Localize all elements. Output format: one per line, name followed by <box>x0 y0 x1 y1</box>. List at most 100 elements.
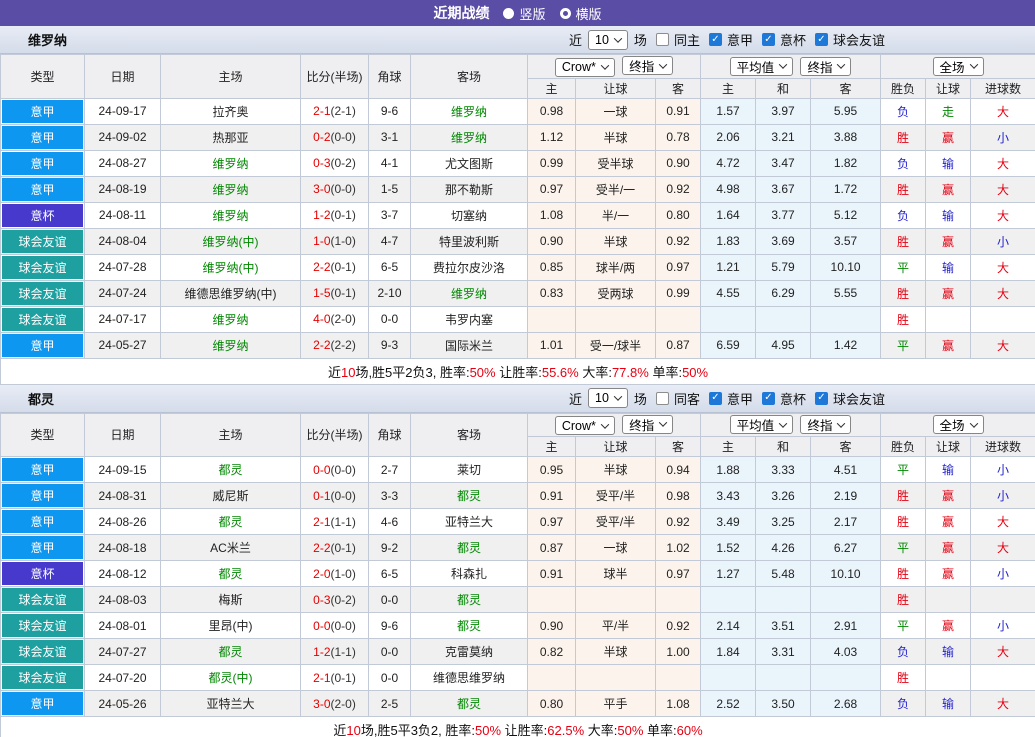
match-count-select[interactable]: 10 <box>588 29 628 50</box>
average-time-select[interactable]: 终指 <box>800 415 852 435</box>
home-team: 维罗纳 <box>160 149 301 177</box>
radio-horizontal-label: 横版 <box>575 6 602 22</box>
avg-home-odds: 4.72 <box>700 149 757 177</box>
fulltime-score: 2-1 <box>313 670 331 685</box>
league-type-badge: 球会友谊 <box>2 281 83 305</box>
avg-draw-odds: 3.33 <box>755 456 812 483</box>
odds-handicap: 半球 <box>575 638 656 665</box>
bookmaker-select-value: Crow* <box>561 60 596 74</box>
match-row: 意甲 24-08-26 都灵 2-1(1-1) 4-6 亚特兰大 0.97 受平/半 0.92 3… <box>0 508 1035 535</box>
corner-count: 3-7 <box>368 201 411 229</box>
avg-home-odds: 3.43 <box>700 482 757 509</box>
league-type-badge: 球会友谊 <box>2 229 83 253</box>
team-filter-bar: 维罗纳 近 10 场 同主 意甲 意杯 球会友谊 <box>0 26 1035 54</box>
bookmaker-select[interactable]: Crow* <box>554 57 615 77</box>
result-outcome: 平 <box>880 612 927 639</box>
avg-draw-odds: 3.67 <box>755 175 812 203</box>
odds-time-select[interactable]: 终指 <box>622 56 674 75</box>
score-cell: 1-2(0-1) <box>300 201 369 229</box>
score-cell: 0-3(0-2) <box>300 149 369 177</box>
home-team: 维德思维罗纳(中) <box>160 279 301 307</box>
avg-away-odds: 1.72 <box>810 175 882 203</box>
home-team: 维罗纳(中) <box>160 227 301 255</box>
fulltime-score: 1-5 <box>313 286 331 300</box>
home-team: 里昂(中) <box>160 612 301 639</box>
league-label-coppa: 意杯 <box>779 33 806 48</box>
filter-controls: 近 10 场 同客 意甲 意杯 球会友谊 <box>569 388 1025 408</box>
avg-home-odds: 1.83 <box>700 227 757 255</box>
halftime-score: (1-1) <box>330 644 356 659</box>
away-team: 都灵 <box>410 612 528 639</box>
home-team: 维罗纳 <box>160 201 301 229</box>
home-team: 都灵(中) <box>160 664 301 691</box>
odds-home <box>527 664 576 691</box>
summary-stat-label: 近 <box>333 723 347 737</box>
fulltime-group-header: 全场 <box>880 412 1035 437</box>
col-header-avg-draw: 和 <box>755 436 812 457</box>
league-checkbox-coppa[interactable] <box>761 33 775 46</box>
team-summary: 近10场,胜5平2负3, 胜率:50% 让胜率:55.6% 大率:77.8% 单… <box>0 357 1035 385</box>
score-cell: 0-0(0-0) <box>300 456 369 483</box>
odds-home: 0.90 <box>527 612 576 639</box>
home-team: 都灵 <box>160 456 301 483</box>
layout-radio-vertical[interactable]: 竖版 <box>503 4 546 23</box>
average-group-header: 平均值 终指 <box>700 412 882 437</box>
league-checkbox-serie-a[interactable] <box>708 391 722 405</box>
odds-away: 1.02 <box>654 534 702 561</box>
odds-home: 0.95 <box>527 456 576 483</box>
result-outcome: 胜 <box>880 175 927 203</box>
league-checkbox-serie-a[interactable] <box>708 33 722 46</box>
corner-count: 1-5 <box>368 175 411 203</box>
halftime-score: (0-0) <box>330 182 356 196</box>
odds-home: 0.99 <box>527 149 576 177</box>
league-checkbox-friendly[interactable] <box>814 33 828 46</box>
average-select[interactable]: 平均值 <box>729 56 794 76</box>
odds-time-select[interactable]: 终指 <box>622 414 674 434</box>
average-select[interactable]: 平均值 <box>729 415 794 435</box>
col-header-home: 主场 <box>160 54 301 99</box>
odds-handicap: 半/一 <box>575 201 656 229</box>
match-row: 意甲 24-05-27 维罗纳 2-2(2-2) 9-3 国际米兰 1.01 受一/球半 0.8… <box>0 331 1035 359</box>
avg-away-odds: 6.27 <box>810 534 882 561</box>
avg-away-odds: 5.95 <box>810 97 882 125</box>
avg-home-odds: 1.88 <box>700 456 757 483</box>
layout-radio-horizontal[interactable]: 横版 <box>559 4 602 23</box>
same-side-checkbox[interactable] <box>655 33 669 46</box>
col-header-odds-home: 主 <box>527 77 576 99</box>
odds-handicap: 半球 <box>575 227 656 255</box>
result-outcome: 胜 <box>880 482 927 509</box>
avg-away-odds: 2.19 <box>810 482 882 509</box>
halftime-score: (0-1) <box>330 260 356 274</box>
period-select[interactable]: 全场 <box>932 56 984 76</box>
average-time-select[interactable]: 终指 <box>800 56 852 76</box>
odds-handicap: 受两球 <box>575 279 656 307</box>
fulltime-score: 0-1 <box>313 488 331 503</box>
result-outcome: 胜 <box>880 664 927 691</box>
away-team: 亚特兰大 <box>410 508 528 535</box>
score-cell: 0-2(0-0) <box>300 123 369 151</box>
same-side-label: 同客 <box>673 391 700 407</box>
result-outcome: 平 <box>880 534 927 561</box>
handicap-outcome: 输 <box>925 201 972 229</box>
avg-home-odds: 1.57 <box>700 97 757 125</box>
league-checkbox-coppa[interactable] <box>761 391 775 405</box>
chevron-down-icon <box>837 60 846 70</box>
avg-draw-odds: 4.95 <box>755 331 812 359</box>
home-team: 维罗纳 <box>160 331 301 359</box>
away-team: 都灵 <box>410 534 528 561</box>
bookmaker-select[interactable]: Crow* <box>554 416 615 435</box>
handicap-outcome: 赢 <box>925 534 972 561</box>
odds-handicap: 球半 <box>575 560 656 587</box>
col-header-date: 日期 <box>84 412 161 457</box>
avg-draw-odds: 3.69 <box>755 227 812 255</box>
score-cell: 1-0(1-0) <box>300 227 369 255</box>
halftime-score: (0-2) <box>330 156 356 170</box>
odds-away: 0.92 <box>654 612 702 639</box>
period-select[interactable]: 全场 <box>932 415 984 435</box>
match-count-select[interactable]: 10 <box>588 388 628 408</box>
same-side-checkbox[interactable] <box>655 391 669 405</box>
score-cell: 2-0(1-0) <box>300 560 369 587</box>
avg-draw-odds: 5.79 <box>755 253 812 281</box>
corner-count: 2-5 <box>368 690 411 717</box>
league-checkbox-friendly[interactable] <box>814 391 828 405</box>
